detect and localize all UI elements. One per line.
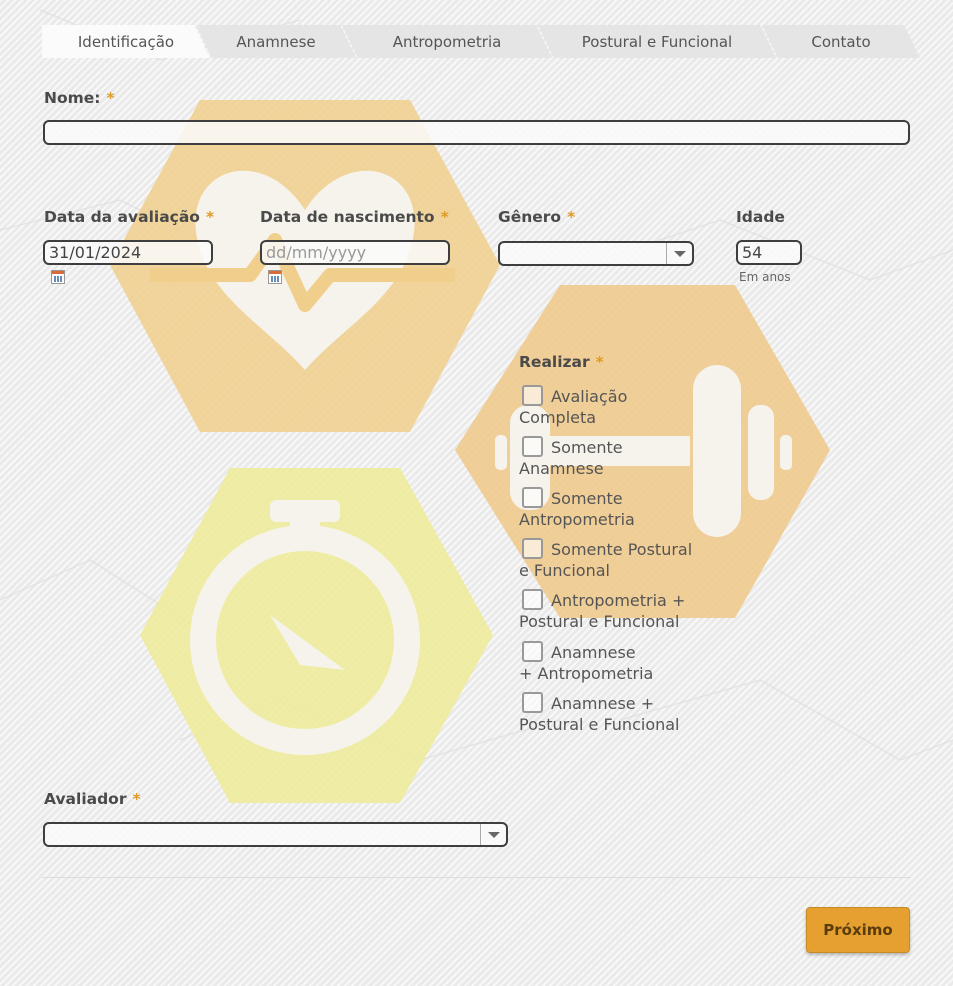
realizar-label: Realizar * xyxy=(519,353,604,371)
option-label: Somente xyxy=(551,489,623,508)
tab-label: Postural e Funcional xyxy=(581,32,733,51)
age-hint: Em anos xyxy=(739,270,791,284)
option-label: Somente Postural xyxy=(551,540,693,559)
chevron-down-icon[interactable] xyxy=(480,824,506,845)
chevron-down-icon[interactable] xyxy=(666,243,692,264)
option-label: Completa xyxy=(519,408,597,427)
realizar-option-somente-postural[interactable]: Somente Postural e Funcional xyxy=(519,538,709,581)
eval-date-label-text: Data da avaliação xyxy=(44,208,200,226)
option-label: + Antropometria xyxy=(519,664,654,683)
tab-label: Contato xyxy=(811,32,871,51)
realizar-option-somente-anamnese[interactable]: Somente Anamnese xyxy=(519,436,709,479)
required-marker: * xyxy=(106,89,115,107)
checkbox[interactable] xyxy=(522,538,543,559)
required-marker: * xyxy=(205,208,215,226)
realizar-option-avaliacao-completa[interactable]: Avaliação Completa xyxy=(519,385,709,428)
checkbox[interactable] xyxy=(522,589,543,610)
tab-contato[interactable]: Contato xyxy=(762,25,920,58)
tab-identificacao[interactable]: Identificação xyxy=(42,25,210,58)
checkbox[interactable] xyxy=(522,436,543,457)
checkbox[interactable] xyxy=(522,385,543,406)
evaluator-select[interactable] xyxy=(43,822,508,847)
age-input[interactable]: 54 xyxy=(736,240,802,265)
next-button-label: Próximo xyxy=(823,921,893,939)
calendar-icon[interactable] xyxy=(268,270,282,284)
divider xyxy=(42,877,910,878)
realizar-option-anamnese-postural[interactable]: Anamnese + Postural e Funcional xyxy=(519,692,709,735)
option-label: Postural e Funcional xyxy=(519,715,680,734)
option-label: e Funcional xyxy=(519,561,610,580)
tab-antropometria[interactable]: Antropometria xyxy=(342,25,552,58)
tab-anamnese[interactable]: Anamnese xyxy=(196,25,356,58)
required-marker: * xyxy=(595,353,604,371)
name-input[interactable] xyxy=(43,120,910,145)
evaluator-label-text: Avaliador xyxy=(44,790,127,808)
option-label: Anamnese xyxy=(551,643,636,662)
birth-date-input[interactable]: dd/mm/yyyy xyxy=(260,240,450,265)
eval-date-label: Data da avaliação * xyxy=(44,208,214,226)
realizar-option-anamnese-antropometria[interactable]: Anamnese + Antropometria xyxy=(519,641,709,684)
checkbox[interactable] xyxy=(522,641,543,662)
age-value: 54 xyxy=(742,243,763,262)
birth-date-placeholder: dd/mm/yyyy xyxy=(266,243,367,262)
option-label: Antropometria xyxy=(519,510,635,529)
checkbox[interactable] xyxy=(522,692,543,713)
gender-label-text: Gênero xyxy=(498,208,562,226)
option-label: Anamnese xyxy=(519,459,604,478)
realizar-option-somente-antropometria[interactable]: Somente Antropometria xyxy=(519,487,709,530)
age-label: Idade xyxy=(736,208,785,226)
option-label: Antropometria + xyxy=(551,591,686,610)
tab-label: Antropometria xyxy=(392,32,502,51)
required-marker: * xyxy=(440,208,449,226)
name-label: Nome: * xyxy=(44,89,115,107)
option-label: Avaliação xyxy=(551,387,628,406)
required-marker: * xyxy=(132,790,141,808)
gender-label: Gênero * xyxy=(498,208,575,226)
tab-label: Identificação xyxy=(77,32,175,51)
eval-date-input[interactable]: 31/01/2024 xyxy=(43,240,213,265)
option-label: Somente xyxy=(551,438,623,457)
form-layer: Identificação Anamnese Antropometria Pos… xyxy=(0,0,953,986)
birth-date-label: Data de nascimento * xyxy=(260,208,449,226)
eval-date-value: 31/01/2024 xyxy=(49,243,142,262)
birth-date-label-text: Data de nascimento xyxy=(260,208,435,226)
calendar-icon[interactable] xyxy=(51,270,65,284)
checkbox[interactable] xyxy=(522,487,543,508)
tab-label: Anamnese xyxy=(236,32,316,51)
next-button[interactable]: Próximo xyxy=(806,907,910,953)
option-label: Postural e Funcional xyxy=(519,612,680,631)
tab-postural-funcional[interactable]: Postural e Funcional xyxy=(538,25,776,58)
required-marker: * xyxy=(567,208,576,226)
option-label: Anamnese + xyxy=(551,694,655,713)
evaluator-label: Avaliador * xyxy=(44,790,141,808)
gender-select[interactable] xyxy=(498,241,694,266)
name-label-text: Nome: xyxy=(44,89,101,107)
realizar-option-antropometria-postural[interactable]: Antropometria + Postural e Funcional xyxy=(519,589,709,632)
age-label-text: Idade xyxy=(736,208,785,226)
realizar-label-text: Realizar xyxy=(519,353,590,371)
